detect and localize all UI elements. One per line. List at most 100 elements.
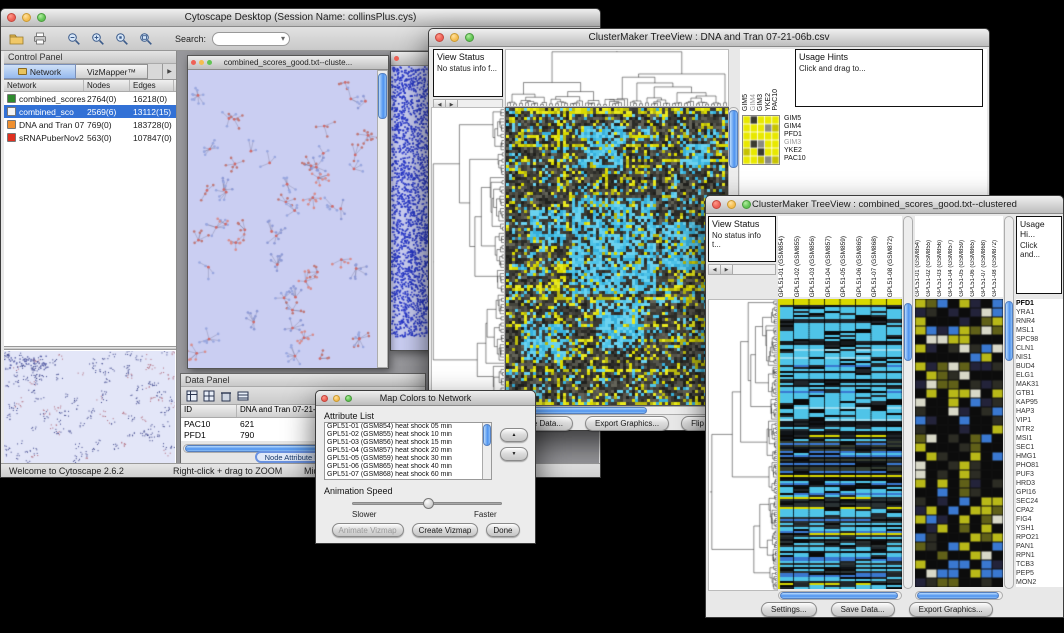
scrollbar-thumb[interactable] xyxy=(780,592,898,599)
panel-splitter[interactable] xyxy=(4,346,176,350)
gene-label[interactable]: GIM5 xyxy=(784,115,806,123)
zoom-button[interactable] xyxy=(345,395,352,402)
dendrogram-top-canvas[interactable] xyxy=(505,49,729,107)
close-button[interactable] xyxy=(321,395,328,402)
network-list-item[interactable]: DNA and Tran 07 769(0) 183728(0) xyxy=(4,118,176,131)
gene-label[interactable]: MSL1 xyxy=(1016,326,1063,335)
gene-label[interactable]: PAN1 xyxy=(1016,542,1063,551)
zoom-in-icon[interactable] xyxy=(89,30,107,48)
scrollbar-thumb[interactable] xyxy=(1005,301,1013,361)
heatmap-canvas[interactable] xyxy=(505,107,729,406)
search-input[interactable]: ▾ xyxy=(212,32,290,46)
move-down-button[interactable]: ▼ xyxy=(500,447,528,461)
attribute-item[interactable]: GPL51-02 (GSM855) heat shock 10 min xyxy=(325,431,482,439)
gene-label[interactable]: HAP3 xyxy=(1016,407,1063,416)
gene-label[interactable]: MON2 xyxy=(1016,578,1063,587)
scroll-left-icon[interactable]: ◀ xyxy=(709,265,721,274)
network-list-item[interactable]: sRNAPuberNov2 563(0) 107847(0) xyxy=(4,131,176,144)
gene-label[interactable]: MAK31 xyxy=(1016,380,1063,389)
delete-attribute-icon[interactable] xyxy=(219,389,232,402)
gene-label[interactable]: ELG1 xyxy=(1016,371,1063,380)
tab-vizmapper[interactable]: VizMapper™ xyxy=(76,64,148,79)
gene-label[interactable]: FIG4 xyxy=(1016,515,1063,524)
close-icon[interactable] xyxy=(191,60,196,65)
gene-label[interactable]: HMG1 xyxy=(1016,452,1063,461)
gene-label[interactable]: SEC1 xyxy=(1016,443,1063,452)
gene-label[interactable]: PUF3 xyxy=(1016,470,1063,479)
minimize-icon[interactable] xyxy=(199,60,204,65)
gene-label[interactable]: GTB1 xyxy=(1016,389,1063,398)
zoom-button[interactable] xyxy=(465,33,474,42)
gene-label[interactable]: PFD1 xyxy=(1016,299,1063,308)
scrollbar-thumb[interactable] xyxy=(729,110,738,168)
gene-label[interactable]: TCB3 xyxy=(1016,560,1063,569)
attribute-item[interactable]: GPL51-05 (GSM859) heat shock 30 min xyxy=(325,455,482,463)
attribute-item[interactable]: GPL51-07 (GSM868) heat shock 60 min xyxy=(325,471,482,479)
network-list-item[interactable]: combined_sco 2569(6) 13112(15) xyxy=(4,105,176,118)
gene-label[interactable]: PHO81 xyxy=(1016,461,1063,470)
network-vertical-scrollbar[interactable] xyxy=(377,70,388,368)
network-graph-canvas[interactable] xyxy=(188,70,377,368)
open-folder-icon[interactable] xyxy=(7,30,25,48)
close-icon[interactable] xyxy=(394,56,399,61)
gene-label[interactable]: HRD3 xyxy=(1016,479,1063,488)
create-attribute-icon[interactable] xyxy=(202,389,215,402)
heatmap-horizontal-scrollbar[interactable] xyxy=(778,591,902,600)
treeview-button[interactable]: Export Graphics... xyxy=(909,602,993,617)
close-button[interactable] xyxy=(435,33,444,42)
gene-label[interactable]: NIS1 xyxy=(1016,353,1063,362)
network-view-titlebar[interactable]: combined_scores_good.txt--cluste... xyxy=(188,56,388,70)
scrollbar-thumb[interactable] xyxy=(917,592,999,599)
gene-label[interactable]: PEP5 xyxy=(1016,569,1063,578)
heatmap-vertical-scrollbar[interactable] xyxy=(903,216,913,589)
minimize-button[interactable] xyxy=(450,33,459,42)
gene-label[interactable]: MSI1 xyxy=(1016,434,1063,443)
animation-speed-slider[interactable] xyxy=(352,497,502,510)
scroll-track[interactable] xyxy=(733,265,775,274)
gene-label[interactable]: KAP95 xyxy=(1016,398,1063,407)
heatmap-horizontal-scrollbar[interactable] xyxy=(505,406,727,415)
scroll-right-icon[interactable]: ▶ xyxy=(721,265,733,274)
dendrogram-left-canvas[interactable] xyxy=(708,299,778,591)
slider-thumb[interactable] xyxy=(423,498,434,509)
treeview-combined-titlebar[interactable]: ClusterMaker TreeView : combined_scores_… xyxy=(706,196,1063,214)
minimize-button[interactable] xyxy=(727,200,736,209)
treeview-button[interactable]: Export Graphics... xyxy=(585,416,669,431)
gene-label[interactable]: RPO21 xyxy=(1016,533,1063,542)
zoom-heatmap-canvas[interactable] xyxy=(915,299,1003,587)
column-network[interactable]: Network xyxy=(4,80,84,91)
dialog-button[interactable]: Done xyxy=(486,523,519,537)
zoom-heatmap-canvas[interactable] xyxy=(742,115,780,165)
minimize-button[interactable] xyxy=(333,395,340,402)
attribute-item[interactable]: GPL51-03 (GSM856) heat shock 15 min xyxy=(325,439,482,447)
gene-label[interactable]: YRA1 xyxy=(1016,308,1063,317)
gene-label[interactable]: SEC24 xyxy=(1016,497,1063,506)
gene-label[interactable]: CPA2 xyxy=(1016,506,1063,515)
attribute-item[interactable]: GPL51-04 (GSM857) heat shock 20 min xyxy=(325,447,482,455)
treeview-dna-titlebar[interactable]: ClusterMaker TreeView : DNA and Tran 07-… xyxy=(429,29,989,47)
gene-label[interactable]: GPI16 xyxy=(1016,488,1063,497)
dialog-titlebar[interactable]: Map Colors to Network xyxy=(316,391,535,406)
gene-label[interactable]: CLN1 xyxy=(1016,344,1063,353)
network-list-item[interactable]: combined_scores 2764(0) 16218(0) xyxy=(4,92,176,105)
combo-arrow-icon[interactable]: ▾ xyxy=(281,34,285,43)
gene-label[interactable]: YKE2 xyxy=(784,147,806,155)
dialog-button[interactable]: Animate Vizmap xyxy=(332,523,404,537)
gene-label[interactable]: SPC98 xyxy=(1016,335,1063,344)
zoom-vertical-scrollbar[interactable] xyxy=(1004,216,1014,589)
gene-label[interactable]: RPN1 xyxy=(1016,551,1063,560)
gene-label[interactable]: RNR4 xyxy=(1016,317,1063,326)
dialog-button[interactable]: Create Vizmap xyxy=(412,523,479,537)
treeview-button[interactable]: Save Data... xyxy=(831,602,895,617)
scrollbar-thumb[interactable] xyxy=(378,73,387,119)
zoom-horizontal-scrollbar[interactable] xyxy=(915,591,1003,600)
tab-network[interactable]: Network xyxy=(4,64,76,79)
zoom-out-icon[interactable] xyxy=(65,30,83,48)
column-edges[interactable]: Edges xyxy=(130,80,174,91)
zoom-icon[interactable] xyxy=(207,60,212,65)
gene-label[interactable]: PFD1 xyxy=(784,131,806,139)
close-button[interactable] xyxy=(7,13,16,22)
gene-label[interactable]: PAC10 xyxy=(784,155,806,163)
attribute-matrix-icon[interactable] xyxy=(236,389,249,402)
zoom-fit-icon[interactable] xyxy=(137,30,155,48)
